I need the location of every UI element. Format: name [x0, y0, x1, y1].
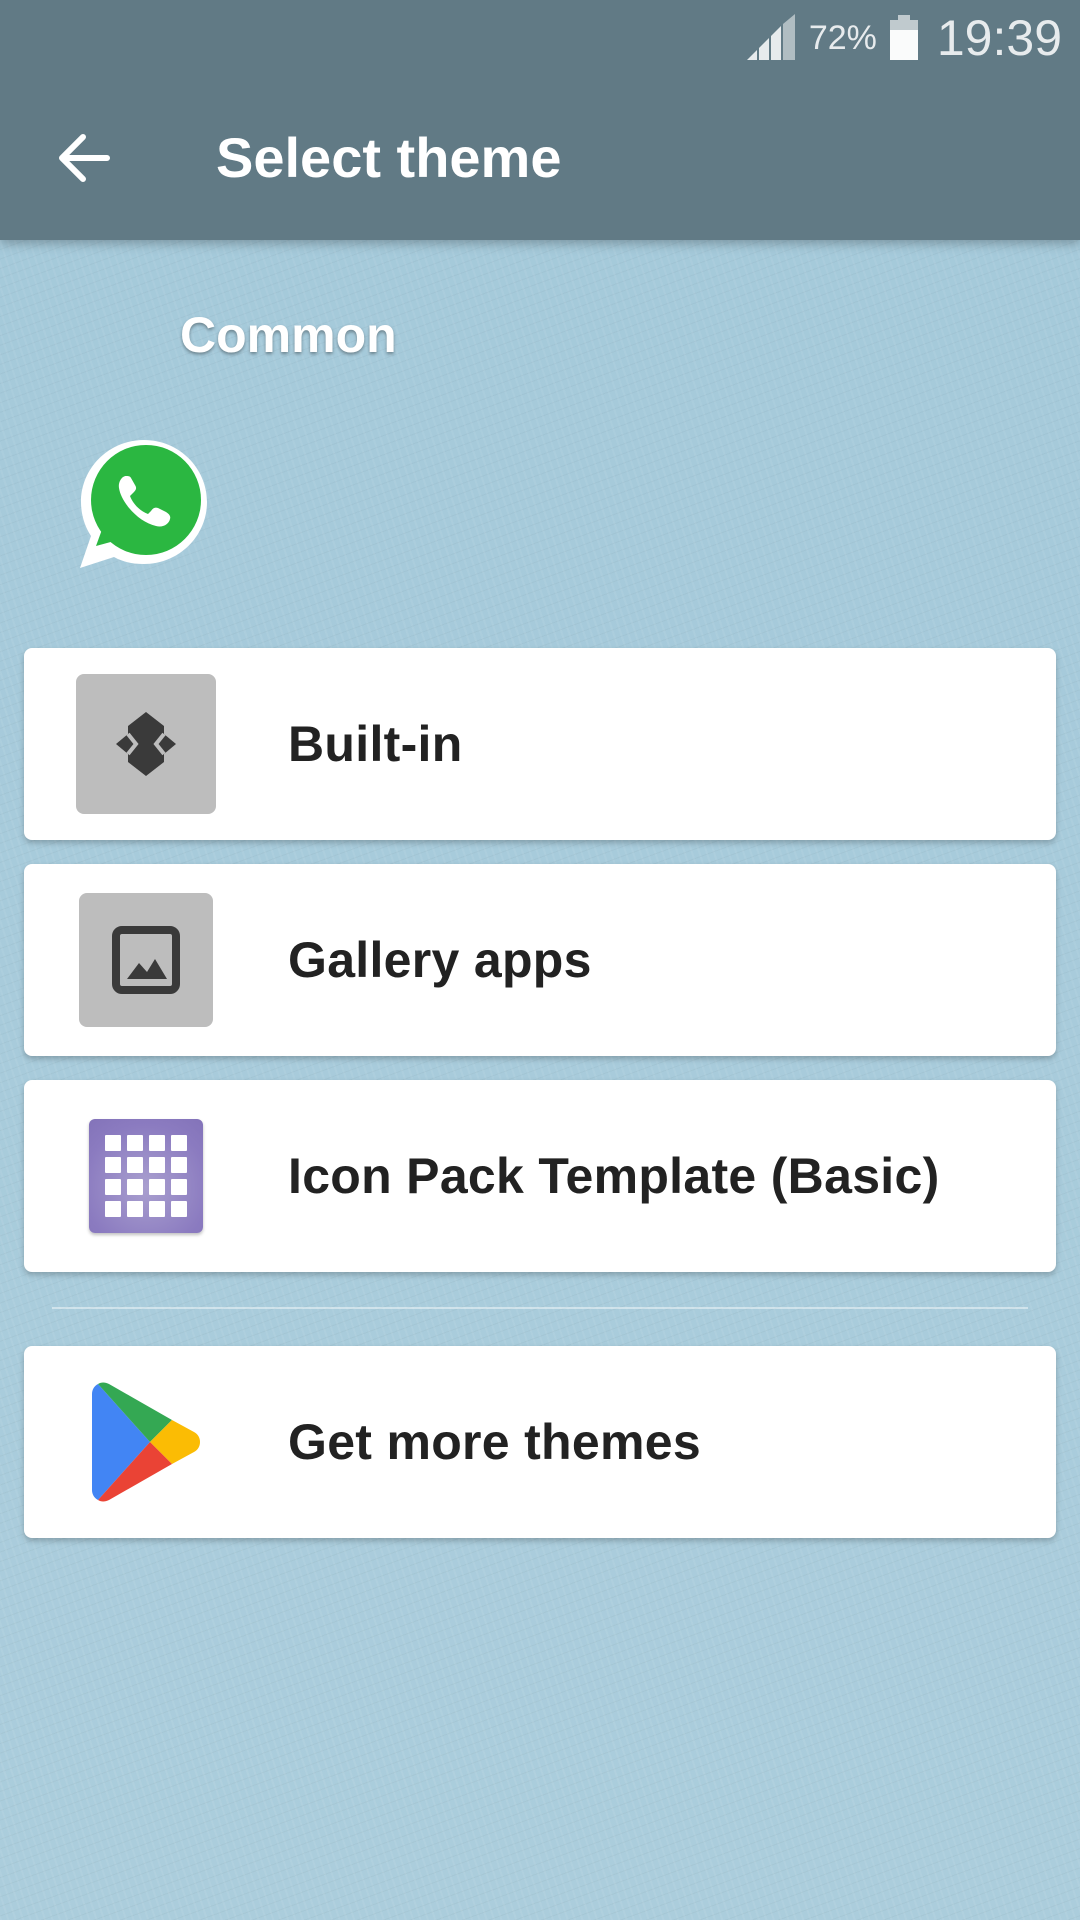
arrow-back-icon	[59, 134, 110, 182]
theme-icon-wrap	[74, 1104, 218, 1248]
theme-icon-wrap	[74, 672, 218, 816]
store-icon-wrap	[74, 1370, 218, 1514]
app-bar: 72% 19:39 Select theme	[0, 0, 1080, 240]
theme-option-gallery-apps[interactable]: Gallery apps	[24, 864, 1056, 1056]
signal-icon	[746, 14, 795, 60]
battery-percent: 72%	[808, 18, 877, 57]
clock: 19:39	[936, 10, 1062, 66]
status-bar: 72% 19:39	[745, 0, 1080, 76]
built-in-theme-tile	[76, 674, 216, 814]
google-play-icon	[92, 1382, 200, 1502]
gallery-image-icon	[112, 926, 180, 994]
divider	[52, 1307, 1028, 1309]
theme-label: Built-in	[288, 716, 463, 772]
page-title: Select theme	[216, 126, 562, 189]
section-label-common: Common	[180, 307, 397, 363]
icon-pack-grid-icon	[89, 1119, 203, 1233]
gallery-theme-tile	[79, 893, 213, 1027]
theme-icon-wrap	[74, 888, 218, 1032]
get-more-themes-label: Get more themes	[288, 1414, 701, 1470]
theme-label: Gallery apps	[288, 932, 592, 988]
whatsapp-logo-icon	[80, 440, 207, 568]
back-button[interactable]	[50, 124, 118, 192]
built-in-theme-icon	[116, 712, 176, 776]
whatsapp-icon[interactable]	[76, 436, 212, 572]
get-more-themes-button[interactable]: Get more themes	[24, 1346, 1056, 1538]
theme-label: Icon Pack Template (Basic)	[288, 1148, 940, 1204]
battery-icon	[889, 15, 918, 60]
theme-option-built-in[interactable]: Built-in	[24, 648, 1056, 840]
theme-option-icon-pack-template[interactable]: Icon Pack Template (Basic)	[24, 1080, 1056, 1272]
